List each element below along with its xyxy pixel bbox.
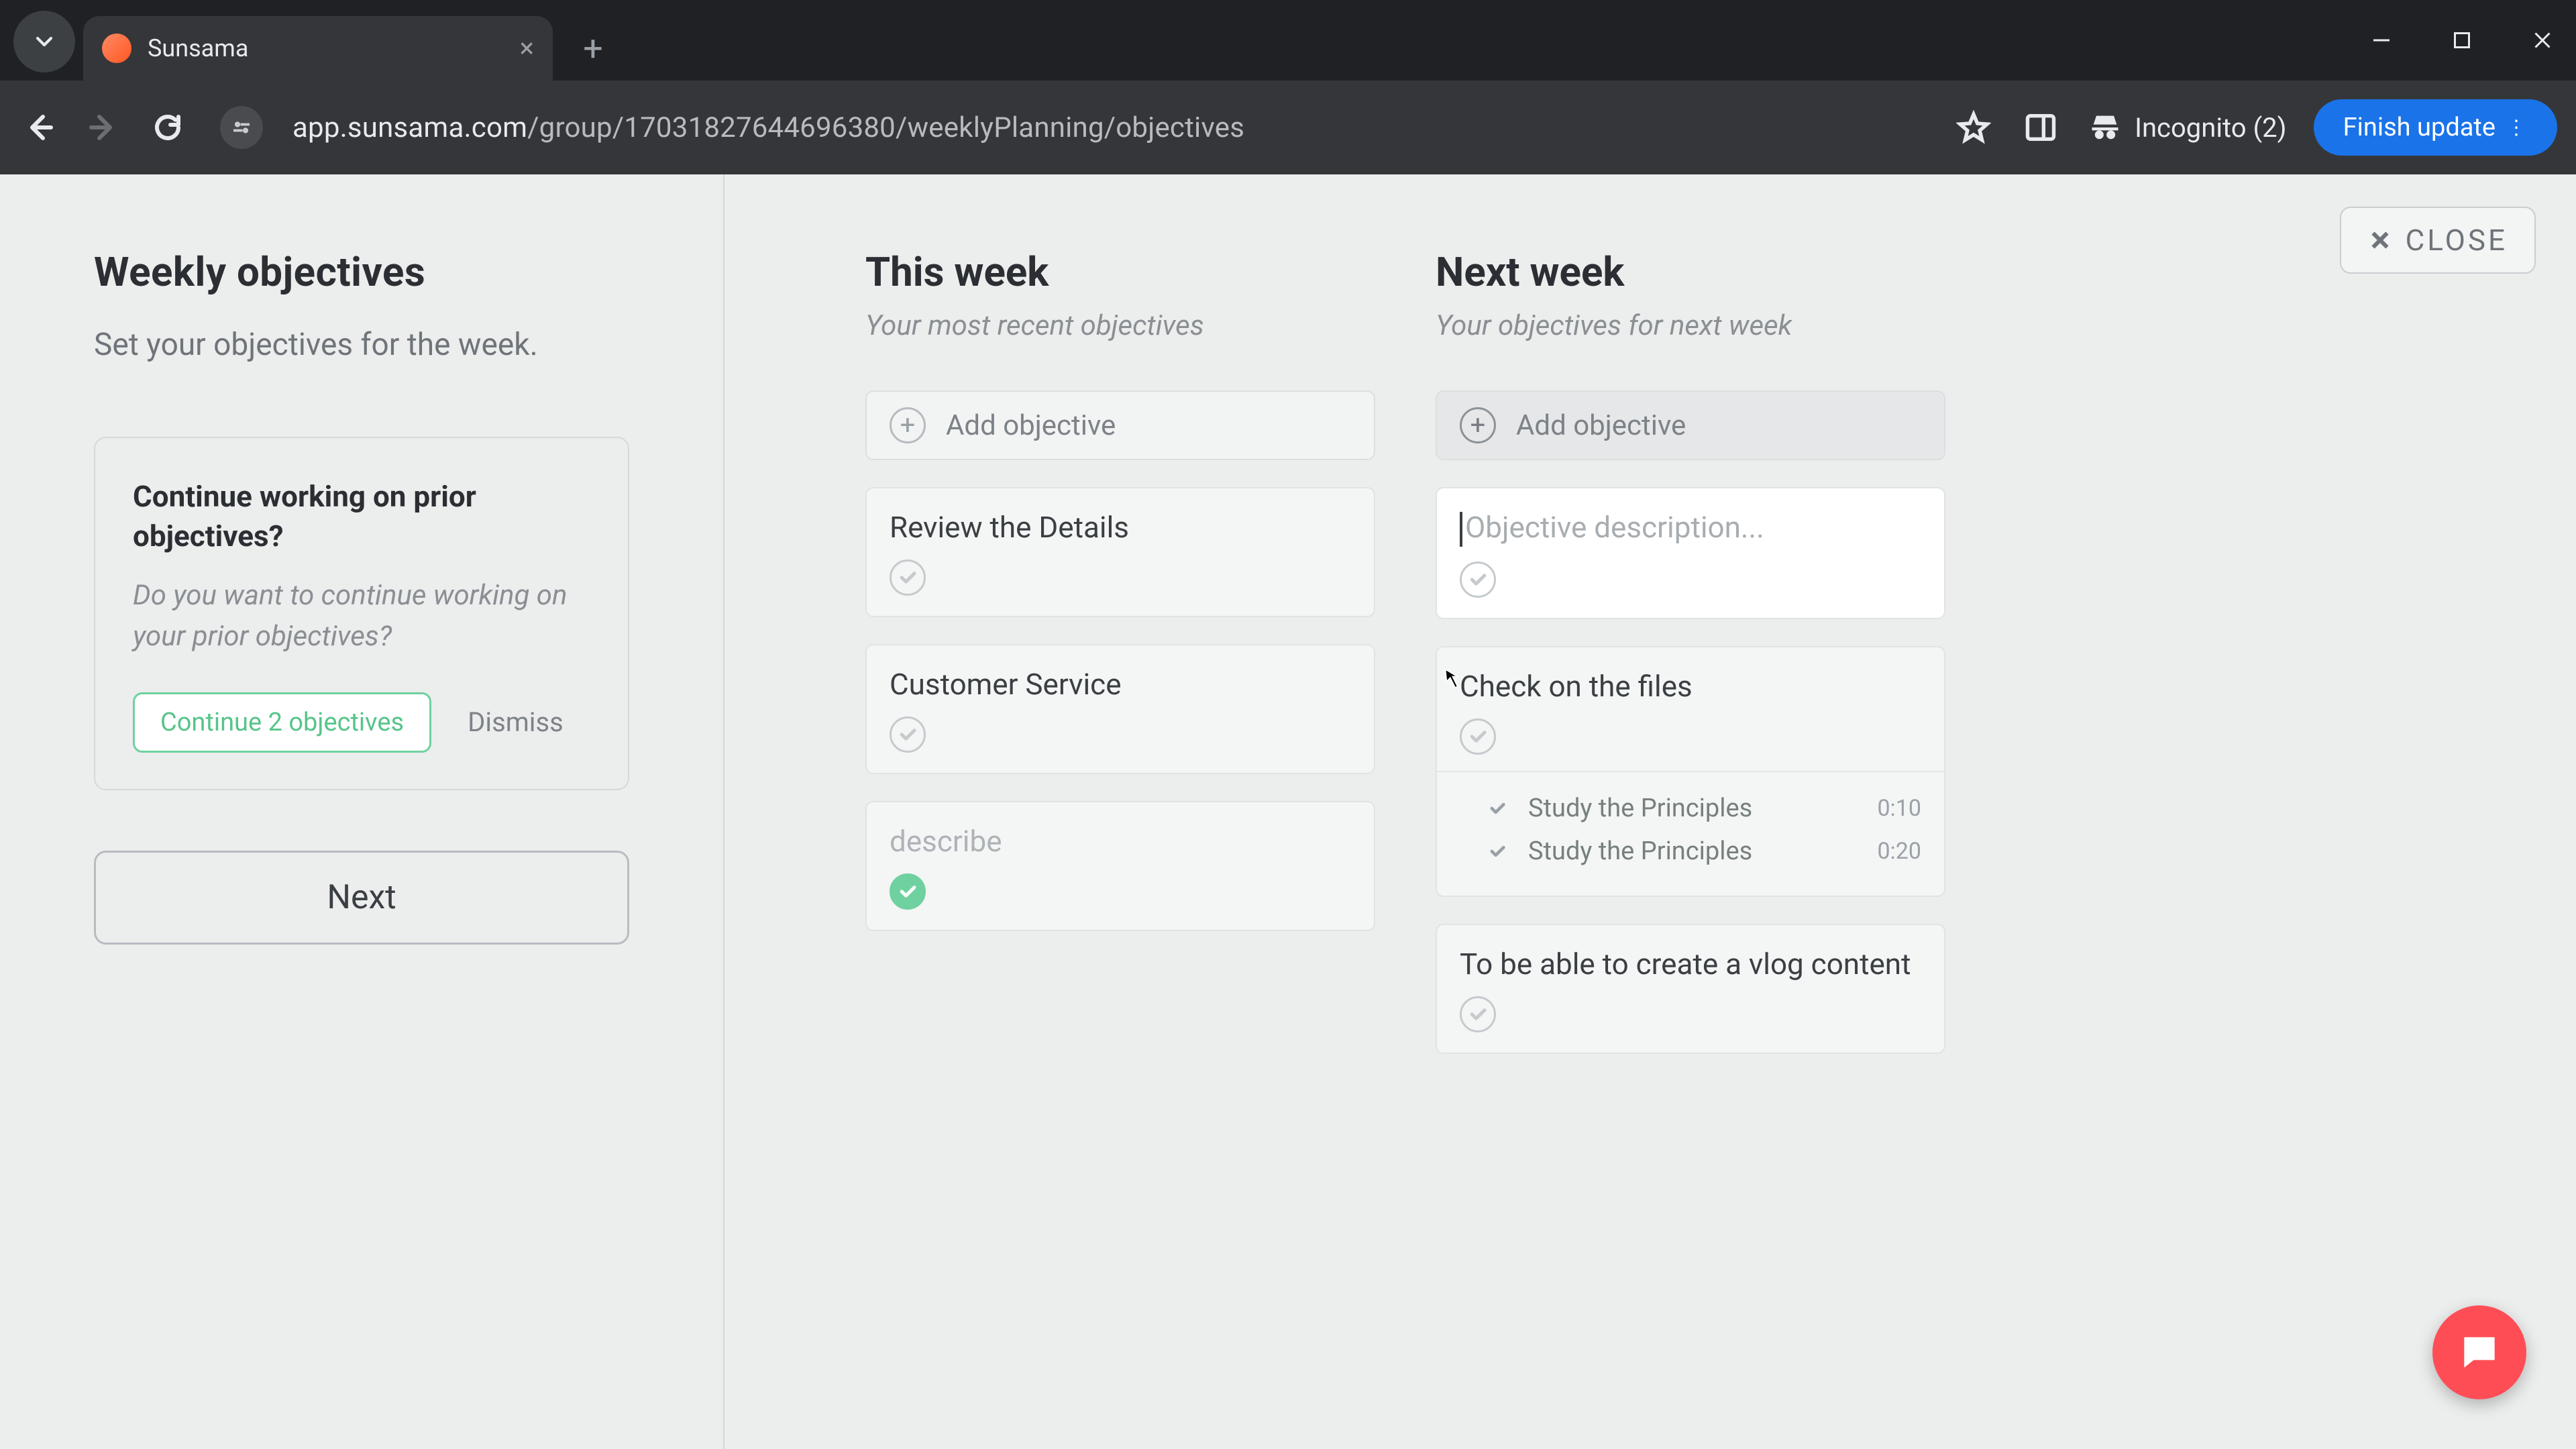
nav-forward-button[interactable] [83,107,123,148]
dismiss-link[interactable]: Dismiss [468,706,564,738]
objective-title: Customer Service [890,667,1351,702]
prompt-question: Continue working on prior objectives? [133,477,590,557]
subtask-check-icon[interactable] [1487,798,1508,819]
objective-title: describe [890,824,1351,859]
objective-check-icon[interactable] [890,873,926,910]
browser-tabbar: Sunsama × + [0,0,2576,80]
objective-check-icon[interactable] [890,716,926,753]
objective-title: To be able to create a vlog content [1460,947,1921,981]
subtask-name: Study the Principles [1528,794,1857,823]
tab-title: Sunsama [148,34,504,62]
next-week-heading: Next week [1436,248,1945,296]
tab-search-button[interactable] [13,11,75,72]
objective-check-icon[interactable] [1460,561,1496,598]
address-bar[interactable]: app.sunsama.com/group/17031827644696380/… [287,111,1929,144]
sidebar-title: Weekly objectives [94,248,629,296]
continue-objectives-card: Continue working on prior objectives? Do… [94,437,629,790]
left-sidebar: Weekly objectives Set your objectives fo… [0,174,724,1449]
objective-description-input: Objective description... [1460,510,1921,547]
plus-icon: + [1460,407,1496,443]
site-settings-chip[interactable] [220,106,263,149]
add-objective-label: Add objective [946,409,1116,442]
subtask-row[interactable]: Study the Principles 0:20 [1487,830,1921,873]
objective-card[interactable]: describe [865,801,1375,931]
subtask-row[interactable]: Study the Principles 0:10 [1487,787,1921,830]
subtask-time: 0:20 [1877,838,1921,865]
incognito-indicator[interactable]: Incognito (2) [2088,110,2287,145]
this-week-heading: This week [865,248,1375,296]
window-controls [2364,0,2560,80]
incognito-label: Incognito (2) [2135,112,2287,144]
plus-icon: + [890,407,926,443]
browser-toolbar: app.sunsama.com/group/17031827644696380/… [0,80,2576,174]
window-close-button[interactable] [2525,23,2560,58]
this-week-column: This week Your most recent objectives + … [865,248,1375,1449]
subtask-time: 0:10 [1877,795,1921,822]
app-viewport: CLOSE Weekly objectives Set your objecti… [0,174,2576,1449]
this-week-subtitle: Your most recent objectives [865,309,1375,342]
prompt-detail: Do you want to continue working on your … [133,576,590,657]
objective-card[interactable]: Customer Service [865,644,1375,774]
next-week-subtitle: Your objectives for next week [1436,309,1945,342]
sunsama-favicon-icon [102,34,131,63]
nav-reload-button[interactable] [148,107,188,148]
sidebar-subtitle: Set your objectives for the week. [94,327,629,363]
side-panel-icon[interactable] [2021,107,2061,148]
subtask-name: Study the Principles [1528,837,1857,866]
objective-card[interactable]: To be able to create a vlog content [1436,924,1945,1054]
browser-tab-active[interactable]: Sunsama × [83,16,553,80]
bookmark-star-icon[interactable] [1953,107,1994,148]
next-button[interactable]: Next [94,851,629,945]
objective-check-icon[interactable] [1460,718,1496,755]
subtask-check-icon[interactable] [1487,841,1508,862]
objective-card[interactable]: Check on the files Study the Principles … [1436,646,1945,897]
subtask-list: Study the Principles 0:10 Study the Prin… [1437,771,1944,875]
objective-title: Check on the files [1460,669,1921,704]
new-tab-button[interactable]: + [569,24,617,72]
objectives-columns: This week Your most recent objectives + … [724,174,2576,1449]
new-objective-input-card[interactable]: Objective description... [1436,487,1945,619]
objective-card[interactable]: Review the Details [865,487,1375,617]
nav-back-button[interactable] [19,107,59,148]
tab-close-icon[interactable]: × [520,35,534,62]
intercom-chat-button[interactable] [2432,1305,2526,1399]
objective-check-icon[interactable] [1460,996,1496,1032]
continue-objectives-button[interactable]: Continue 2 objectives [133,692,431,753]
finish-update-label: Finish update [2343,113,2496,142]
window-minimize-button[interactable] [2364,23,2399,58]
kebab-menu-icon[interactable]: ⋮ [2506,116,2528,140]
next-week-column: Next week Your objectives for next week … [1436,248,1945,1449]
url-host: app.sunsama.com [292,111,527,144]
objective-title: Review the Details [890,510,1351,545]
this-week-add-objective-button[interactable]: + Add objective [865,390,1375,460]
url-path: /group/17031827644696380/weeklyPlanning/… [527,111,1244,144]
next-week-add-objective-button[interactable]: + Add objective [1436,390,1945,460]
add-objective-label: Add objective [1516,409,1686,442]
finish-update-button[interactable]: Finish update ⋮ [2314,99,2557,156]
objective-check-icon[interactable] [890,559,926,596]
window-maximize-button[interactable] [2445,23,2479,58]
